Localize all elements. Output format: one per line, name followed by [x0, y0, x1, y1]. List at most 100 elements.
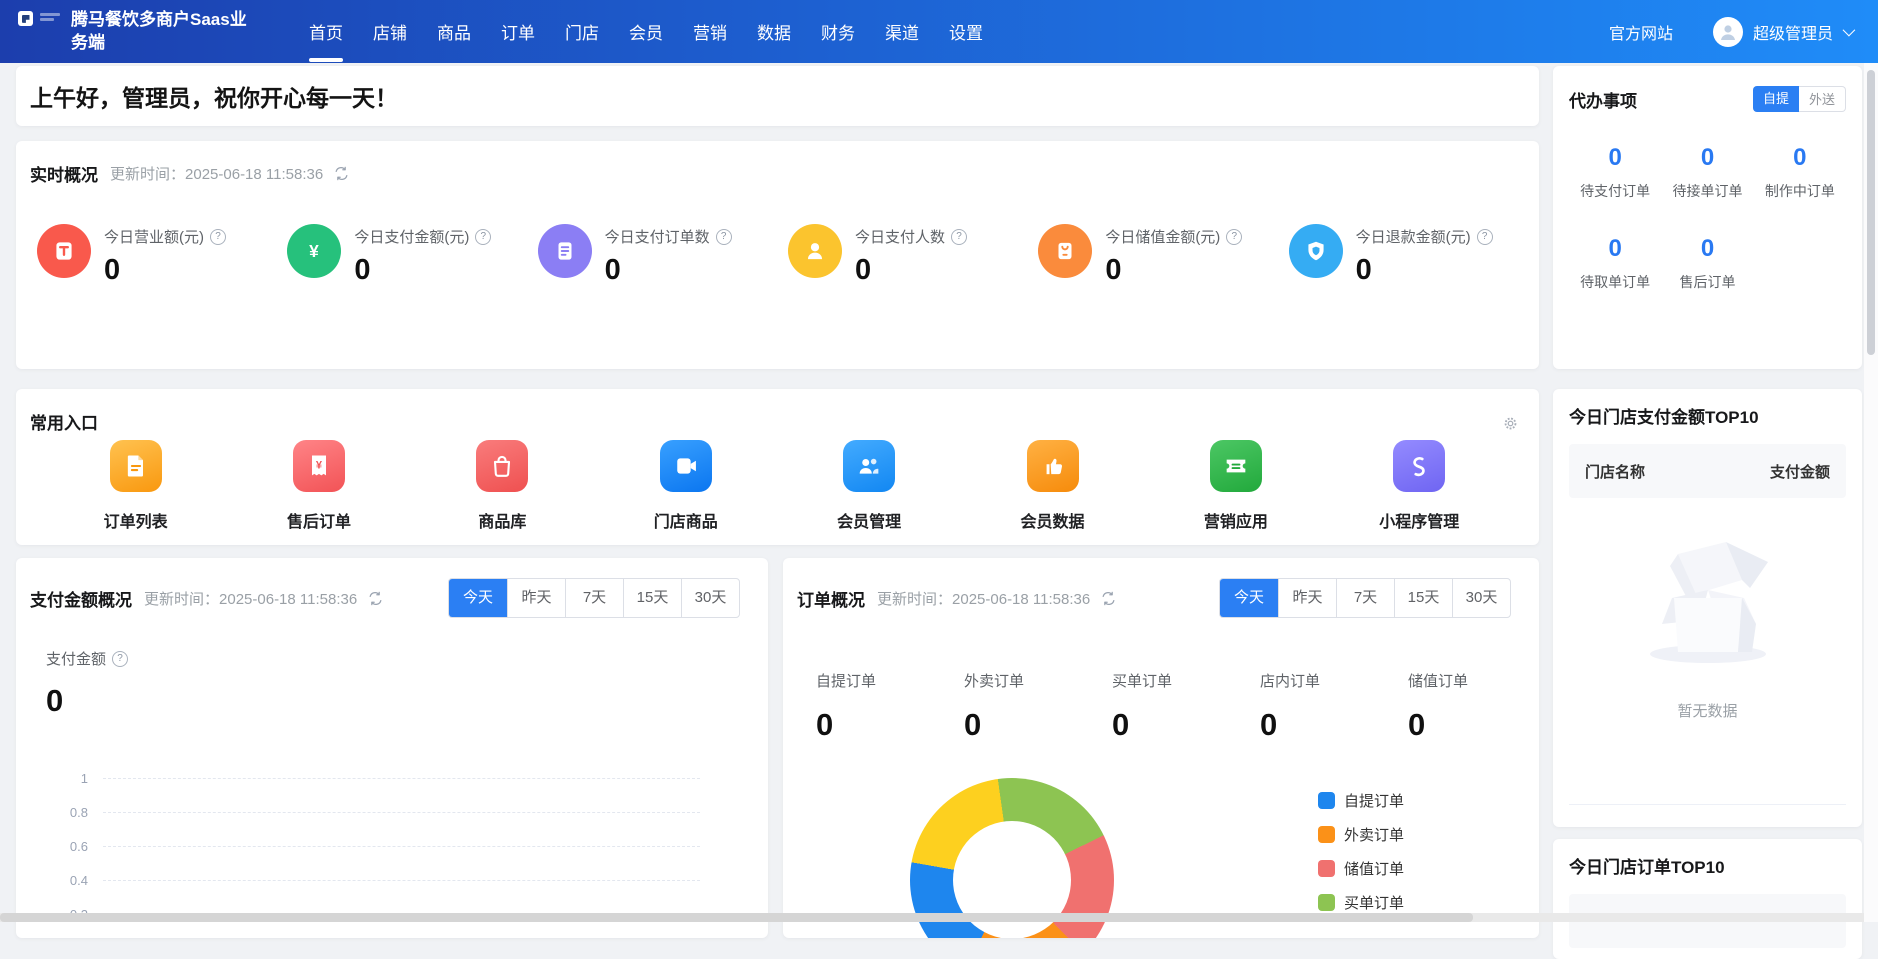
refresh-icon[interactable]	[1100, 590, 1117, 607]
storage-bag-icon	[1038, 224, 1092, 278]
shortcut-miniprogram[interactable]: 小程序管理	[1328, 440, 1511, 532]
storefront-icon	[37, 224, 91, 278]
tab-15d[interactable]: 15天	[623, 579, 681, 617]
svg-text:¥: ¥	[310, 241, 320, 261]
goods-bag-icon	[476, 440, 528, 492]
logo-glyph	[22, 15, 30, 23]
top10-payment-table-header: 门店名称 支付金额	[1569, 444, 1846, 498]
order-updated: 更新时间：2025-06-18 11:58:36	[877, 588, 1090, 609]
shortcut-aftersale-orders[interactable]: ¥ 售后订单	[227, 440, 410, 532]
todo-making[interactable]: 0制作中订单	[1754, 144, 1846, 201]
refresh-icon[interactable]	[367, 590, 384, 607]
todo-aftersale[interactable]: 0售后订单	[1661, 235, 1753, 292]
shortcut-goods-library[interactable]: 商品库	[411, 440, 594, 532]
top10-orders-card: 今日门店订单TOP10	[1553, 839, 1862, 959]
tab-7d[interactable]: 7天	[565, 579, 623, 617]
nav-item-data[interactable]: 数据	[757, 0, 791, 63]
nav-item-stores[interactable]: 门店	[565, 0, 599, 63]
tab-today[interactable]: 今天	[449, 579, 507, 617]
todo-unpaid[interactable]: 0待支付订单	[1569, 144, 1661, 201]
question-icon[interactable]: ?	[716, 229, 732, 245]
dashboard-screen: 腾马餐饮多商户Saas业务端 首页 店铺 商品 订单 门店 会员 营销 数据 财…	[0, 0, 1878, 922]
question-icon[interactable]: ?	[112, 651, 128, 667]
realtime-updated: 更新时间：2025-06-18 11:58:36	[110, 163, 323, 184]
legend-swatch	[1318, 792, 1335, 809]
user-icon	[788, 224, 842, 278]
nav-item-shop[interactable]: 店铺	[373, 0, 407, 63]
toggle-delivery[interactable]: 外送	[1799, 86, 1846, 112]
todo-to-accept[interactable]: 0待接单订单	[1661, 144, 1753, 201]
question-icon[interactable]: ?	[475, 229, 491, 245]
question-icon[interactable]: ?	[1226, 229, 1242, 245]
tab-7d[interactable]: 7天	[1336, 579, 1394, 617]
legend-pickup[interactable]: 自提订单	[1318, 790, 1404, 811]
stat-stored-value: 今日储值金额(元)? 0	[1038, 224, 1288, 287]
legend-swatch	[1318, 894, 1335, 911]
stat-revenue: 今日营业额(元)? 0	[37, 224, 287, 287]
nav-item-finance[interactable]: 财务	[821, 0, 855, 63]
nav-item-goods[interactable]: 商品	[437, 0, 471, 63]
aftersale-receipt-icon: ¥	[293, 440, 345, 492]
right-column: 代办事项 自提 外送 0待支付订单 0待接单订单 0制作中订单 0待取单订单 0…	[1553, 66, 1862, 959]
avatar[interactable]	[1713, 17, 1743, 47]
nav-item-settings[interactable]: 设置	[949, 0, 983, 63]
marketing-ticket-icon	[1210, 440, 1262, 492]
legend-stored[interactable]: 储值订单	[1318, 858, 1404, 879]
vertical-scrollbar[interactable]	[1864, 63, 1878, 913]
legend-swatch	[1318, 860, 1335, 877]
order-overview-title: 订单概况	[797, 586, 865, 611]
main-column: 上午好，管理员，祝你开心每一天！ 实时概况 更新时间：2025-06-18 11…	[16, 66, 1539, 938]
realtime-overview-card: 实时概况 更新时间：2025-06-18 11:58:36 今日营业额(元)? …	[16, 141, 1539, 369]
refund-shield-icon	[1289, 224, 1343, 278]
todo-grid: 0待支付订单 0待接单订单 0制作中订单 0待取单订单 0售后订单	[1569, 144, 1846, 292]
refresh-icon[interactable]	[333, 165, 350, 182]
horizontal-scrollbar-thumb[interactable]	[0, 913, 1473, 922]
horizontal-scrollbar[interactable]	[0, 913, 1864, 922]
order-stat-delivery: 外卖订单0	[964, 670, 1112, 743]
legend-paybill[interactable]: 买单订单	[1318, 892, 1404, 913]
members-icon	[843, 440, 895, 492]
logo-wordmark	[40, 13, 60, 21]
tab-yesterday[interactable]: 昨天	[1278, 579, 1336, 617]
stat-payer-count: 今日支付人数? 0	[788, 224, 1038, 287]
todo-to-pickup[interactable]: 0待取单订单	[1569, 235, 1661, 292]
question-icon[interactable]: ?	[1477, 229, 1493, 245]
shortcut-member-data[interactable]: 会员数据	[961, 440, 1144, 532]
stat-order-count: 今日支付订单数? 0	[538, 224, 788, 287]
shortcut-marketing-apps[interactable]: 营销应用	[1144, 440, 1327, 532]
nav-item-channels[interactable]: 渠道	[885, 0, 919, 63]
shortcut-order-list[interactable]: 订单列表	[44, 440, 227, 532]
tab-30d[interactable]: 30天	[1452, 579, 1510, 617]
store-goods-icon	[660, 440, 712, 492]
payment-overview-title: 支付金额概况	[30, 586, 132, 611]
question-icon[interactable]: ?	[210, 229, 226, 245]
todo-title: 代办事项	[1569, 87, 1637, 112]
official-site-link[interactable]: 官方网站	[1609, 20, 1673, 44]
nav-item-home[interactable]: 首页	[309, 0, 343, 63]
legend-delivery[interactable]: 外卖订单	[1318, 824, 1404, 845]
shortcuts-card: 常用入口 订单列表 ¥ 售后订单	[16, 389, 1539, 545]
nav-item-members[interactable]: 会员	[629, 0, 663, 63]
gear-icon[interactable]	[1502, 415, 1519, 437]
payment-updated: 更新时间：2025-06-18 11:58:36	[144, 588, 357, 609]
nav-item-marketing[interactable]: 营销	[693, 0, 727, 63]
order-doc-icon	[538, 224, 592, 278]
vertical-scrollbar-thumb[interactable]	[1867, 70, 1875, 355]
user-menu[interactable]: 超级管理员	[1753, 20, 1852, 44]
question-icon[interactable]: ?	[951, 229, 967, 245]
shortcut-member-management[interactable]: 会员管理	[778, 440, 961, 532]
todo-toggle: 自提 外送	[1753, 86, 1846, 112]
charts-row: 支付金额概况 更新时间：2025-06-18 11:58:36 今天 昨天 7天…	[16, 558, 1539, 938]
payment-metric: 支付金额? 0	[46, 648, 768, 719]
nav-item-orders[interactable]: 订单	[501, 0, 535, 63]
tab-today[interactable]: 今天	[1220, 579, 1278, 617]
tab-30d[interactable]: 30天	[681, 579, 739, 617]
tab-15d[interactable]: 15天	[1394, 579, 1452, 617]
top10-payment-title: 今日门店支付金额TOP10	[1569, 403, 1846, 428]
y-gridline: 0.8	[30, 802, 700, 822]
order-list-icon	[110, 440, 162, 492]
toggle-pickup[interactable]: 自提	[1753, 86, 1799, 112]
shortcut-store-goods[interactable]: 门店商品	[594, 440, 777, 532]
app-title: 腾马餐饮多商户Saas业务端	[71, 9, 259, 53]
tab-yesterday[interactable]: 昨天	[507, 579, 565, 617]
